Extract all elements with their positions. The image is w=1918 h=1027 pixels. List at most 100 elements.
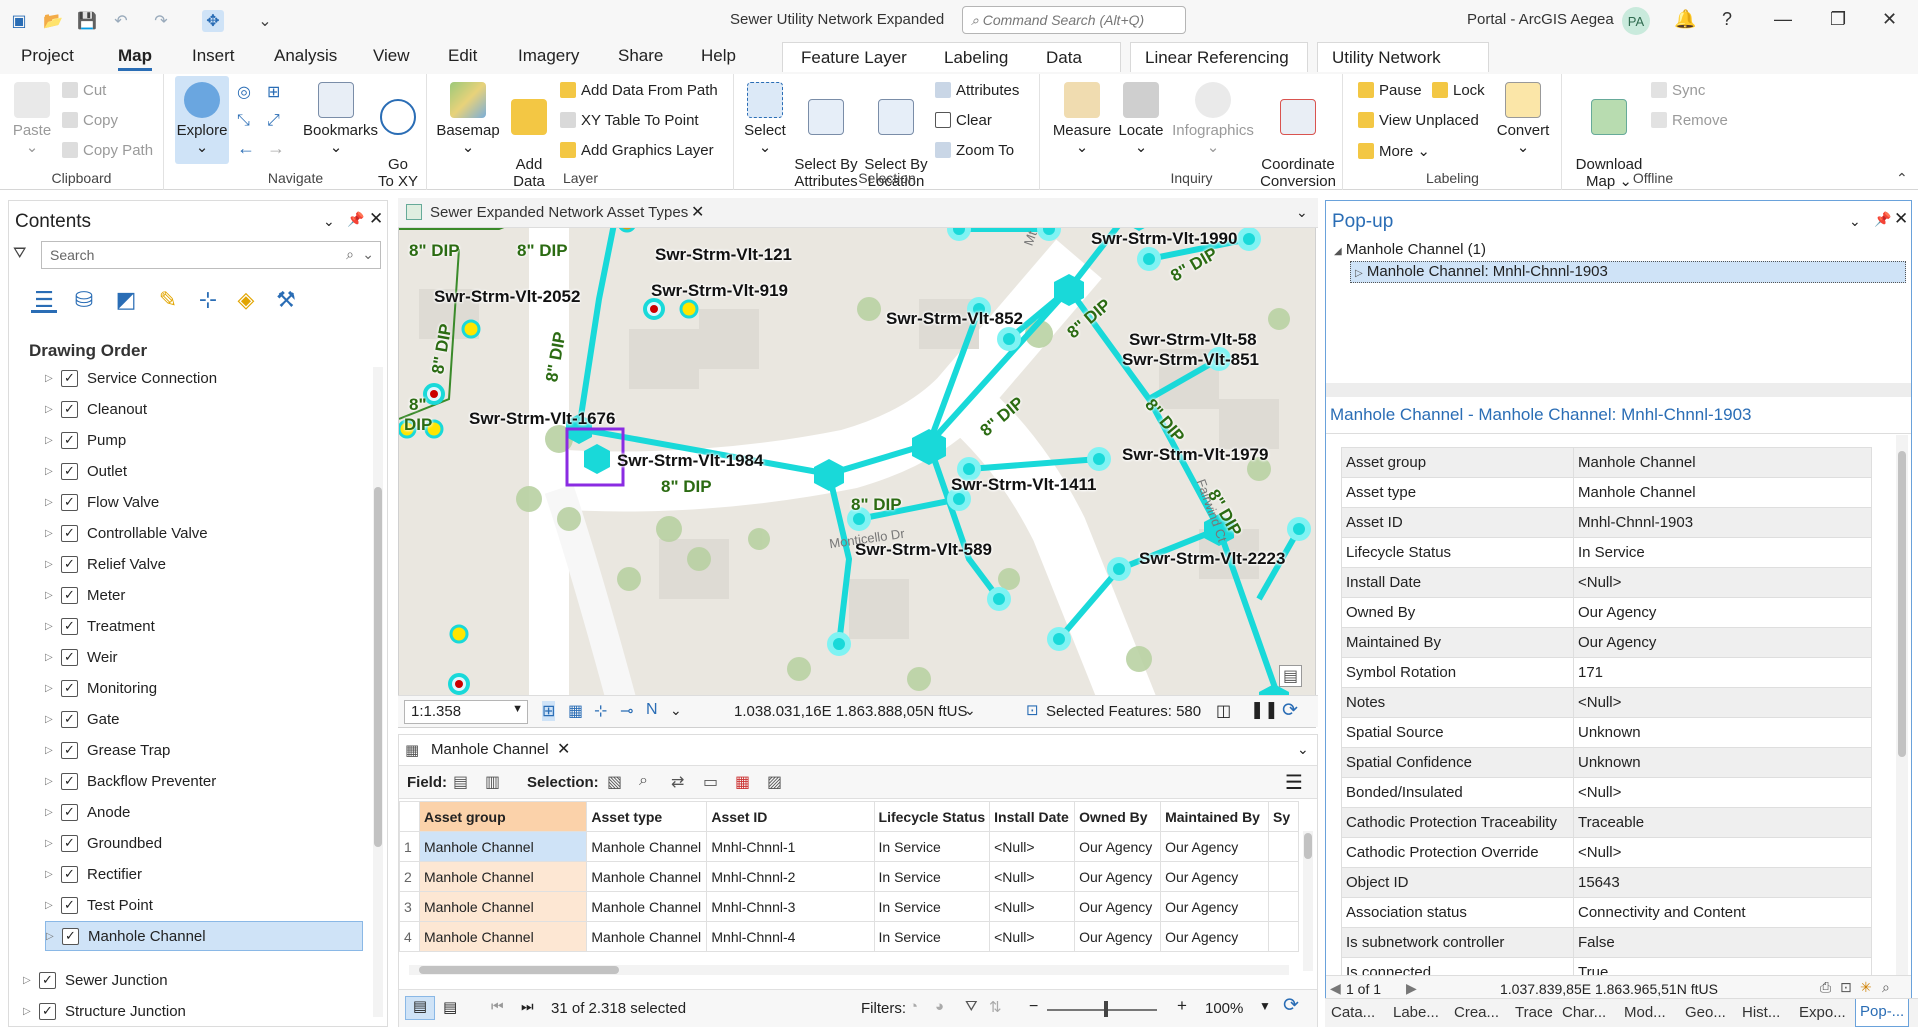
table-row[interactable]: 3 Manhole Channel Manhole Channel Mnhl-C…: [399, 891, 1299, 922]
list-by-editing-icon[interactable]: ✎: [155, 287, 181, 313]
open-project-icon[interactable]: 📂: [42, 10, 64, 32]
column-header[interactable]: Lifecycle Status: [873, 801, 991, 832]
fixed-zoom-out-icon[interactable]: ⤢: [267, 112, 280, 130]
next-extent-icon[interactable]: →: [267, 138, 285, 159]
visibility-checkbox[interactable]: ✓: [61, 586, 78, 604]
table-tab-menu-icon[interactable]: ⌄: [1297, 741, 1309, 758]
add-graphics-layer-button[interactable]: Add Graphics Layer: [560, 142, 714, 159]
layer-item-groundbed[interactable]: ▷ ✓ Groundbed: [45, 828, 367, 858]
sort-icon[interactable]: ⇅: [989, 998, 1002, 1016]
layer-item-rectifier[interactable]: ▷ ✓ Rectifier: [45, 859, 367, 889]
map-view[interactable]: Swr-Strm-Vlt-121 Swr-Strm-Vlt-919 Swr-St…: [398, 198, 1316, 728]
tab-edit[interactable]: Edit: [448, 46, 477, 66]
visibility-checkbox[interactable]: ✓: [61, 679, 78, 697]
contents-menu-icon[interactable]: ⌄: [323, 213, 335, 230]
table-row[interactable]: 2 Manhole Channel Manhole Channel Mnhl-C…: [399, 861, 1299, 892]
command-search-input[interactable]: ⌕ Command Search (Alt+Q): [962, 6, 1186, 34]
table-row[interactable]: 1 Manhole Channel Manhole Channel Mnhl-C…: [399, 831, 1299, 862]
layer-item-grease-trap[interactable]: ▷ ✓ Grease Trap: [45, 735, 367, 765]
copy-selected-icon[interactable]: ▨: [767, 772, 782, 792]
visibility-checkbox[interactable]: ✓: [61, 772, 78, 790]
copy-button[interactable]: Copy: [62, 112, 118, 129]
visibility-checkbox[interactable]: ✓: [39, 1002, 56, 1020]
visibility-checkbox[interactable]: ✓: [61, 741, 78, 759]
table-zoom-dropdown-icon[interactable]: ▼: [1259, 999, 1271, 1013]
previous-extent-icon[interactable]: ←: [237, 138, 255, 159]
layer-item-pump[interactable]: ▷ ✓ Pump: [45, 425, 367, 455]
tab-linear-referencing[interactable]: Linear Referencing: [1130, 42, 1308, 72]
layer-item-weir[interactable]: ▷ ✓ Weir: [45, 642, 367, 672]
layer-item-controllable-valve[interactable]: ▷ ✓ Controllable Valve: [45, 518, 367, 548]
map-tips-icon[interactable]: ▤: [1279, 665, 1303, 687]
filter-icon[interactable]: ⛛: [13, 245, 26, 263]
zoom-in-table-icon[interactable]: +: [1177, 996, 1187, 1016]
search-options-icon[interactable]: ⌄: [362, 246, 374, 263]
select-by-attributes-table-icon[interactable]: ▧: [607, 772, 622, 792]
tab-insert[interactable]: Insert: [192, 46, 235, 66]
popup-next-icon[interactable]: ▶: [1406, 980, 1417, 997]
add-data-from-path-button[interactable]: Add Data From Path: [560, 82, 718, 99]
attributes-button[interactable]: Attributes: [935, 82, 1019, 99]
layer-item-manhole-channel[interactable]: ▷ ✓ Manhole Channel: [45, 921, 363, 951]
layer-item-test-point[interactable]: ▷ ✓ Test Point: [45, 890, 367, 920]
zoom-to-selection-button[interactable]: Zoom To: [935, 142, 1014, 159]
more-labeling-button[interactable]: More ⌄: [1358, 142, 1430, 160]
list-by-data-source-icon[interactable]: ⛁: [71, 287, 97, 313]
table-row[interactable]: 4 Manhole Channel Manhole Channel Mnhl-C…: [399, 921, 1299, 952]
layer-item-anode[interactable]: ▷ ✓ Anode: [45, 797, 367, 827]
list-by-drawing-order-icon[interactable]: ☰: [31, 287, 57, 313]
visibility-checkbox[interactable]: ✓: [62, 927, 79, 945]
zoom-to-selection-table-icon[interactable]: ⌕: [639, 772, 648, 790]
visibility-checkbox[interactable]: ✓: [61, 865, 78, 883]
scale-select[interactable]: 1:1.358 ▼: [404, 700, 528, 724]
bookmarks-button[interactable]: Bookmarks ⌄: [303, 82, 378, 156]
lock-labeling-button[interactable]: Lock: [1432, 82, 1485, 99]
table-menu-icon[interactable]: ☰: [1285, 770, 1303, 795]
customize-toolbar-icon[interactable]: ⌄: [254, 10, 276, 32]
list-by-snapping-icon[interactable]: ⊹: [195, 287, 221, 313]
close-map-tab-icon[interactable]: ✕: [691, 202, 704, 222]
tab-view[interactable]: View: [373, 46, 410, 66]
popup-scroll-thumb[interactable]: [1898, 451, 1906, 757]
layer-item-backflow-preventer[interactable]: ▷ ✓ Backflow Preventer: [45, 766, 367, 796]
popup-feature-item[interactable]: ▷ Manhole Channel: Mnhl-Chnnl-1903: [1350, 261, 1906, 283]
layer-item-outlet[interactable]: ▷ ✓ Outlet: [45, 456, 367, 486]
tab-labeling-pane[interactable]: Labe...: [1393, 1004, 1439, 1021]
tab-utility-network[interactable]: Utility Network: [1317, 42, 1489, 72]
pause-labeling-button[interactable]: Pause: [1358, 82, 1422, 99]
view-unplaced-button[interactable]: View Unplaced: [1358, 112, 1479, 129]
status-options-icon[interactable]: ⌄: [670, 702, 682, 719]
visibility-checkbox[interactable]: ✓: [61, 462, 78, 480]
basemap-button[interactable]: Basemap ⌄: [436, 82, 500, 156]
popup-pin-icon[interactable]: 📌: [1874, 211, 1891, 228]
pause-drawing-icon[interactable]: ❚❚: [1250, 700, 1279, 720]
tab-geoprocessing[interactable]: Geo...: [1685, 1004, 1726, 1021]
layer-item-meter[interactable]: ▷ ✓ Meter: [45, 580, 367, 610]
tab-modify[interactable]: Mod...: [1624, 1004, 1666, 1021]
redo-icon[interactable]: ↷: [150, 10, 172, 32]
zoom-selected-icon[interactable]: ⊞: [267, 82, 280, 102]
popup-search-icon[interactable]: ⌕: [1882, 979, 1890, 996]
selected-features-count[interactable]: Selected Features: 580: [1046, 703, 1201, 720]
tab-popup[interactable]: Pop-...: [1855, 999, 1910, 1027]
filter-extent-icon[interactable]: ◔: [909, 998, 918, 1015]
tab-imagery[interactable]: Imagery: [518, 46, 579, 66]
cut-button[interactable]: Cut: [62, 82, 106, 99]
visibility-checkbox[interactable]: ✓: [61, 431, 78, 449]
visibility-checkbox[interactable]: ✓: [39, 971, 56, 989]
tab-data[interactable]: Data: [1046, 48, 1082, 68]
restore-icon[interactable]: ❐: [1830, 9, 1846, 30]
layer-item-structure-junction[interactable]: ▷ ✓ Structure Junction: [23, 996, 383, 1026]
visibility-checkbox[interactable]: ✓: [61, 648, 78, 666]
pin-icon[interactable]: 📌: [347, 211, 364, 228]
layer-item-sewer-junction[interactable]: ▷ ✓ Sewer Junction: [23, 965, 383, 995]
popup-splitter[interactable]: [1326, 383, 1911, 397]
measure-button[interactable]: Measure ⌄: [1051, 82, 1113, 156]
delete-selected-icon[interactable]: ▦: [735, 772, 750, 792]
collapse-ribbon-icon[interactable]: ⌃: [1896, 170, 1908, 187]
sync-button[interactable]: Sync: [1651, 82, 1705, 99]
visibility-checkbox[interactable]: ✓: [61, 524, 78, 542]
constraints-icon[interactable]: ⊸: [620, 701, 633, 721]
column-header[interactable]: Asset ID: [706, 801, 875, 832]
table-vertical-scrollbar[interactable]: [1303, 831, 1313, 971]
